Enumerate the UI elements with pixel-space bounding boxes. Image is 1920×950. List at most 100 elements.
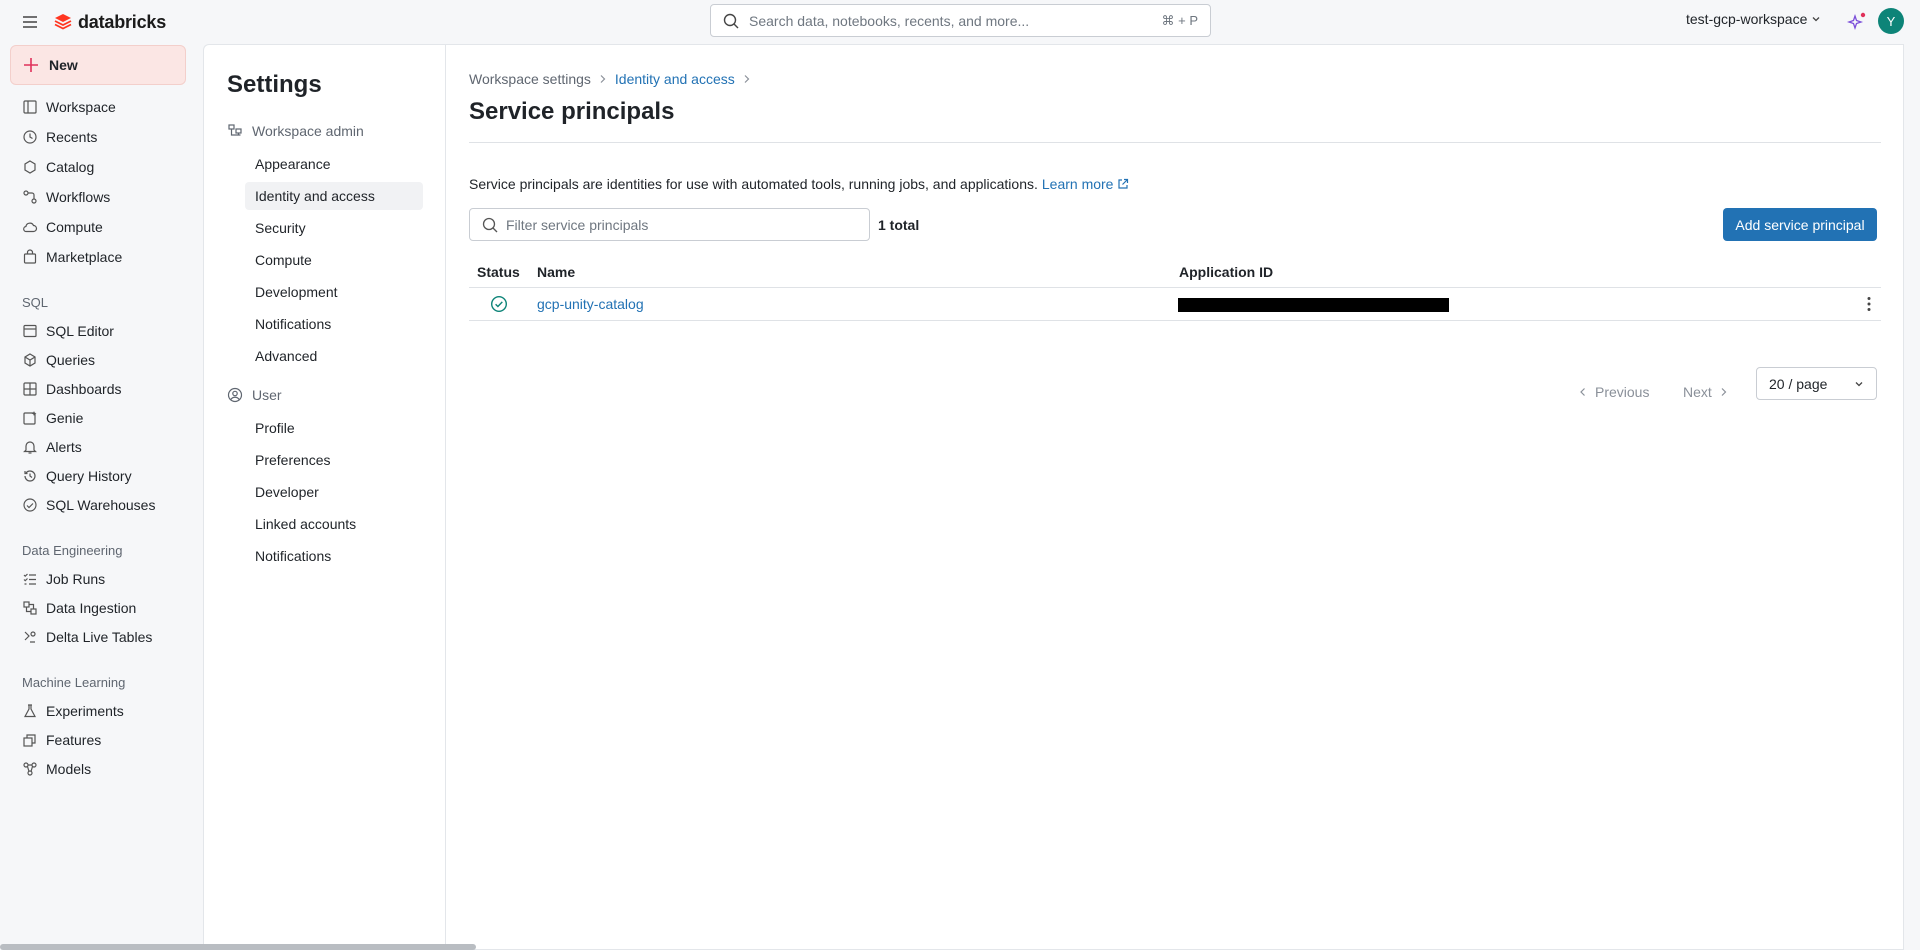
nav-item-label: Queries (46, 352, 96, 368)
service-principal-name-link[interactable]: gcp-unity-catalog (537, 296, 644, 312)
status-active-icon (490, 295, 508, 313)
nav-item-label: Alerts (46, 439, 82, 455)
filter-input[interactable] (506, 216, 869, 233)
settings-item-linked-accounts[interactable]: Linked accounts (245, 510, 423, 538)
pagination-next[interactable]: Next (1683, 384, 1728, 400)
chevron-down-icon (1855, 381, 1863, 386)
databricks-logo[interactable]: databricks (54, 10, 166, 34)
left-navigation: New Workspace Recents Catalog Workflows … (0, 44, 198, 950)
nav-item-features[interactable]: Features (22, 728, 101, 752)
new-button[interactable]: New (10, 45, 186, 85)
breadcrumb-workspace-settings[interactable]: Workspace settings (469, 71, 591, 87)
settings-item-developer[interactable]: Developer (245, 478, 423, 506)
nav-item-delta-live-tables[interactable]: Delta Live Tables (22, 625, 152, 649)
column-header-status[interactable]: Status (477, 264, 520, 280)
nav-item-recents[interactable]: Recents (22, 125, 97, 149)
settings-item-appearance[interactable]: Appearance (245, 150, 423, 178)
user-avatar[interactable]: Y (1878, 8, 1904, 34)
add-service-principal-button[interactable]: Add service principal (1723, 208, 1877, 241)
nav-item-label: Workspace (46, 99, 116, 115)
databricks-logo-icon (54, 14, 72, 30)
nav-item-workspace[interactable]: Workspace (22, 95, 116, 119)
nav-item-sql-warehouses[interactable]: SQL Warehouses (22, 493, 155, 517)
new-button-label: New (49, 57, 78, 73)
column-header-name[interactable]: Name (537, 264, 575, 280)
brand-name: databricks (78, 11, 167, 32)
search-icon (482, 217, 498, 232)
nav-item-models[interactable]: Models (22, 757, 91, 781)
nav-item-query-history[interactable]: Query History (22, 464, 132, 488)
nav-item-dashboards[interactable]: Dashboards (22, 377, 122, 401)
nav-item-compute[interactable]: Compute (22, 215, 103, 239)
nav-item-label: Features (46, 732, 102, 748)
clock-icon (23, 130, 37, 144)
warehouse-icon (23, 498, 37, 512)
models-icon (23, 762, 37, 776)
nav-item-marketplace[interactable]: Marketplace (22, 245, 122, 269)
workspace-admin-icon (228, 124, 242, 136)
nav-section-sql: SQL (22, 295, 49, 310)
divider (469, 142, 1881, 143)
genie-icon (23, 411, 37, 425)
top-bar: databricks Search data, notebooks, recen… (0, 0, 1920, 44)
nav-item-label: Marketplace (46, 249, 123, 265)
pagination-previous[interactable]: Previous (1579, 384, 1649, 400)
queries-icon (24, 353, 36, 367)
description-text: Service principals are identities for us… (469, 176, 1038, 192)
settings-group-workspace-admin: Workspace admin (227, 123, 364, 139)
job-runs-icon (23, 573, 36, 585)
plus-icon (24, 58, 38, 72)
settings-item-notifications[interactable]: Notifications (245, 310, 423, 338)
column-header-application-id[interactable]: Application ID (1179, 264, 1273, 280)
settings-item-compute[interactable]: Compute (245, 246, 423, 274)
page-size-select[interactable]: 20 / page (1756, 367, 1877, 400)
features-icon (23, 734, 36, 747)
pagination-previous-label: Previous (1595, 384, 1650, 400)
learn-more-link[interactable]: Learn more (1042, 176, 1130, 192)
main-content: Workspace settings Identity and access S… (445, 44, 1904, 950)
page-size-value: 20 / page (1769, 375, 1828, 392)
table-header: Status Name Application ID (469, 256, 1881, 288)
service-principals-table: Status Name Application ID gcp-unity-cat… (469, 256, 1881, 321)
search-placeholder: Search data, notebooks, recents, and mor… (749, 12, 1030, 29)
nav-item-sql-editor[interactable]: SQL Editor (22, 319, 114, 343)
chevron-down-icon (1812, 17, 1820, 22)
kebab-menu-icon[interactable] (1859, 294, 1879, 314)
settings-group-label: User (252, 387, 282, 403)
nav-section-data-engineering: Data Engineering (22, 543, 123, 558)
settings-item-security[interactable]: Security (245, 214, 423, 242)
workspace-switcher[interactable]: test-gcp-workspace (1686, 11, 1821, 27)
breadcrumb-identity-and-access[interactable]: Identity and access (615, 71, 735, 87)
sql-editor-icon (23, 324, 37, 338)
table-row: gcp-unity-catalog (469, 288, 1881, 321)
settings-item-advanced[interactable]: Advanced (245, 342, 423, 370)
global-search[interactable]: Search data, notebooks, recents, and mor… (710, 4, 1211, 37)
workflows-icon (23, 190, 37, 204)
assistant-sparkle-icon[interactable] (1846, 11, 1868, 33)
filter-service-principals[interactable] (469, 208, 870, 241)
settings-title: Settings (227, 71, 322, 98)
nav-item-data-ingestion[interactable]: Data Ingestion (22, 596, 136, 620)
nav-item-catalog[interactable]: Catalog (22, 155, 94, 179)
horizontal-scrollbar[interactable] (0, 944, 476, 950)
nav-item-genie[interactable]: Genie (22, 406, 83, 430)
page-description: Service principals are identities for us… (469, 176, 1129, 192)
nav-item-workflows[interactable]: Workflows (22, 185, 110, 209)
settings-item-preferences[interactable]: Preferences (245, 446, 423, 474)
nav-item-experiments[interactable]: Experiments (22, 699, 124, 723)
dashboards-icon (23, 382, 37, 396)
nav-item-job-runs[interactable]: Job Runs (22, 567, 105, 591)
nav-item-queries[interactable]: Queries (22, 348, 95, 372)
hamburger-menu-icon[interactable] (20, 12, 40, 32)
settings-item-user-notifications[interactable]: Notifications (245, 542, 423, 570)
nav-item-label: Workflows (46, 189, 111, 205)
settings-item-identity-and-access[interactable]: Identity and access (245, 182, 423, 210)
settings-item-profile[interactable]: Profile (245, 414, 423, 442)
settings-item-development[interactable]: Development (245, 278, 423, 306)
nav-item-label: Query History (46, 468, 132, 484)
nav-item-label: Genie (46, 410, 84, 426)
pagination-next-label: Next (1683, 384, 1712, 400)
nav-item-label: Recents (46, 129, 98, 145)
flask-icon (24, 704, 36, 718)
nav-item-alerts[interactable]: Alerts (22, 435, 82, 459)
